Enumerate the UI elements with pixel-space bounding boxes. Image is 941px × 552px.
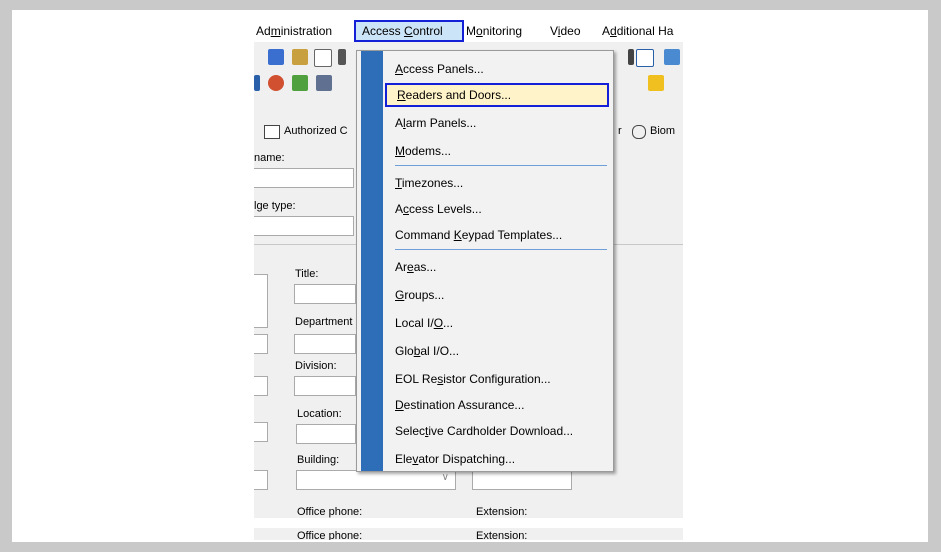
menu-monitoring[interactable]: Monitoring [466,20,522,42]
menu-item-eol-resistor-configuration[interactable]: EOL Resistor Configuration... [385,367,609,391]
menu-item-local-io[interactable]: Local I/O... [385,311,609,335]
badge-type-field[interactable] [254,216,354,236]
office-phone-label: Office phone: [297,506,363,518]
menu-accent-bar [361,51,383,471]
photo-box[interactable] [254,274,268,328]
tab-biometrics[interactable]: Biom [650,125,675,137]
menu-item-modems[interactable]: Modems... [385,139,609,163]
code-icon[interactable] [636,49,654,67]
wand-icon[interactable] [268,49,284,65]
title-label: Title: [295,268,319,280]
department-field[interactable] [294,334,356,354]
tab-fragment[interactable]: r [618,125,622,137]
badge-type-label: lge type: [254,200,296,212]
window-gap [254,518,683,528]
menu-item-destination-assurance[interactable]: Destination Assurance... [385,393,609,417]
badge-icon[interactable] [268,75,284,91]
id-card-icon [264,125,280,139]
toolbar-icon-partial[interactable] [338,49,346,65]
left-field-4[interactable] [254,470,268,490]
last-name-field[interactable] [254,168,354,188]
toolbar-icon-partial[interactable] [254,75,260,91]
list-icon[interactable] [292,75,308,91]
menu-item-groups[interactable]: Groups... [385,283,609,307]
menu-item-alarm-panels[interactable]: Alarm Panels... [385,111,609,135]
menu-item-elevator-dispatching[interactable]: Elevator Dispatching... [385,447,609,471]
menu-additional-hardware[interactable]: Additional Ha [602,20,673,42]
department-label: Department [295,316,353,328]
menu-separator [395,249,607,250]
access-control-dropdown: Access Panels... Readers and Doors... Al… [356,50,614,472]
tab-authorized-credentials[interactable]: Authorized C [284,125,348,137]
menu-item-access-levels[interactable]: Access Levels... [385,197,609,221]
menu-item-timezones[interactable]: Timezones... [385,171,609,195]
last-name-label: name: [254,152,285,164]
chevron-down-icon: ∨ [441,472,449,483]
building-extra-field[interactable] [472,470,572,490]
left-field-1[interactable] [254,334,268,354]
menu-item-command-keypad-templates[interactable]: Command Keypad Templates... [385,223,609,247]
hierarchy-icon[interactable] [316,75,332,91]
division-field[interactable] [294,376,356,396]
network-icon[interactable] [664,49,680,65]
folder-icon[interactable] [292,49,308,65]
menu-item-selective-cardholder-download[interactable]: Selective Cardholder Download... [385,419,609,443]
alarm-icon[interactable] [648,75,664,91]
fingerprint-icon [632,125,646,139]
menu-bar: Administration Access Control Monitoring… [254,20,683,42]
extension-label-2: Extension: [476,530,528,540]
menu-item-global-io[interactable]: Global I/O... [385,339,609,363]
building-label: Building: [297,454,340,466]
building-select[interactable]: ∨ [296,470,456,490]
location-label: Location: [297,408,342,420]
division-label: Division: [295,360,337,372]
menu-administration[interactable]: Administration [256,20,332,42]
left-field-3[interactable] [254,422,268,442]
menu-item-readers-and-doors[interactable]: Readers and Doors... [385,83,609,107]
menu-video[interactable]: Video [550,20,581,42]
menu-separator [395,165,607,166]
left-field-2[interactable] [254,376,268,396]
toolbar-separator [628,49,634,65]
menu-item-areas[interactable]: Areas... [385,255,609,279]
office-phone-label-2: Office phone: [297,530,363,540]
menu-item-access-panels[interactable]: Access Panels... [385,57,609,81]
title-field[interactable] [294,284,356,304]
extension-label: Extension: [476,506,528,518]
document-icon[interactable] [314,49,332,67]
location-field[interactable] [296,424,356,444]
menu-access-control[interactable]: Access Control [354,20,464,42]
